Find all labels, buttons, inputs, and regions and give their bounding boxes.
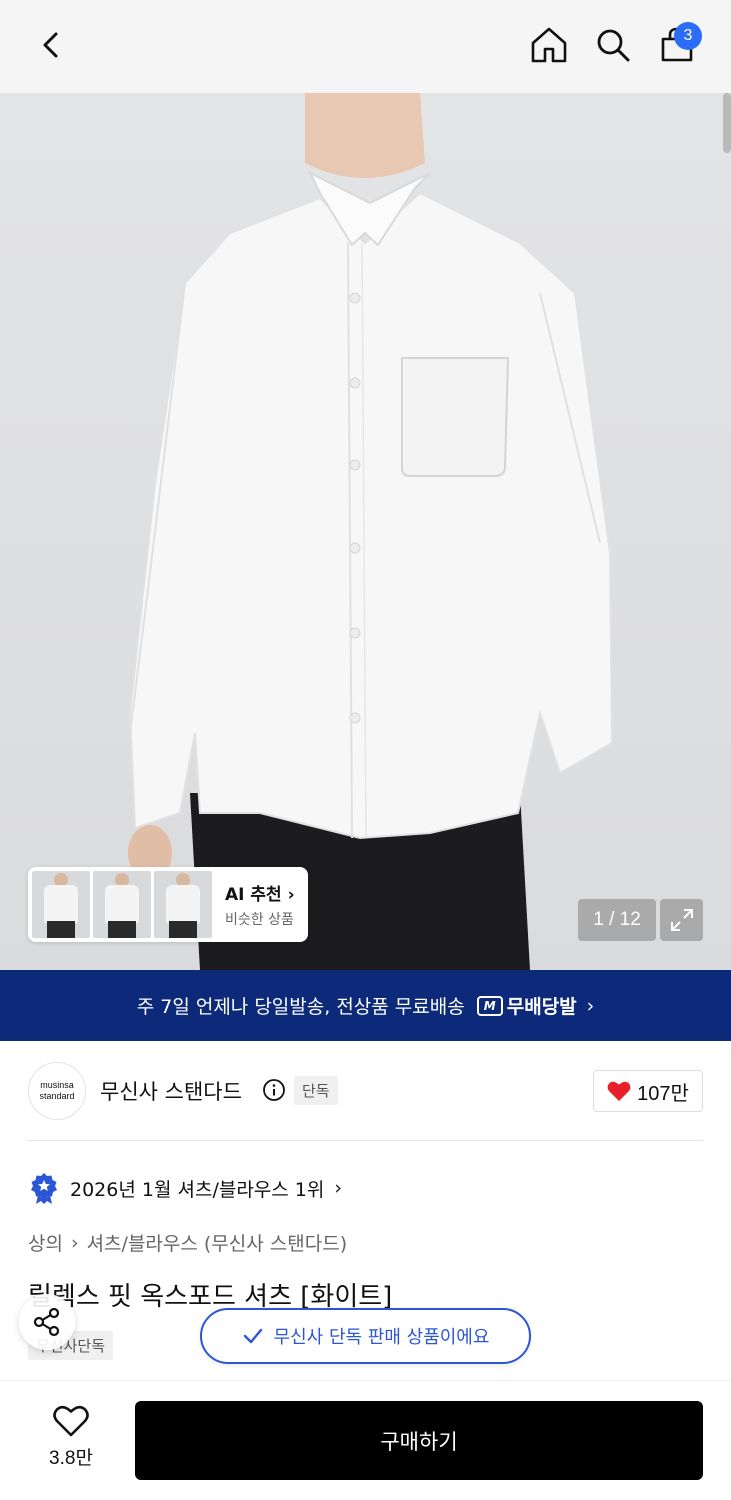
delivery-badge: M 무배당발 (476, 992, 577, 1019)
delivery-promo-banner[interactable]: 주 7일 언제나 당일발송, 전상품 무료배송 M 무배당발 › (0, 970, 731, 1041)
delivery-badge-label: 무배당발 (506, 996, 577, 1018)
check-icon (243, 1328, 262, 1344)
promo-text: 주 7일 언제나 당일발송, 전상품 무료배송 (136, 996, 465, 1018)
share-icon (33, 1307, 60, 1337)
ranking-text: 2026년 1월 셔츠/블라우스 1위 (70, 1178, 325, 1201)
product-image[interactable] (0, 93, 731, 970)
search-button[interactable] (590, 22, 636, 68)
brand-logo-line2: standard (39, 1091, 75, 1101)
ranking-medal-icon (31, 1173, 57, 1204)
chevron-right-icon: › (586, 994, 595, 1017)
top-navigation-bar (0, 0, 731, 93)
home-icon (531, 27, 567, 63)
breadcrumb: 상의 › 셔츠/블라우스 (무신사 스탠다드) (28, 1229, 347, 1256)
expand-icon (670, 909, 693, 931)
similar-item-thumbnail[interactable] (93, 871, 151, 938)
image-counter: 1 / 12 (578, 899, 656, 941)
page-scrollbar[interactable] (723, 93, 731, 153)
ai-recommendation-subtitle: 비슷한 상품 (225, 912, 294, 928)
cart-count-badge: 3 (674, 22, 702, 50)
bottom-action-bar: 3.8만 구매하기 (0, 1380, 731, 1500)
heart-outline-icon (53, 1405, 89, 1437)
breadcrumb-category[interactable]: 상의 (28, 1229, 63, 1256)
wishlist-button[interactable]: 3.8만 (40, 1405, 102, 1475)
ai-recommendation-text: AI 추천 › 비슷한 상품 (225, 880, 295, 929)
shirt-model-illustration (128, 93, 614, 970)
toast-text: 무신사 단독 판매 상품이에요 (273, 1327, 490, 1348)
chevron-right-icon: › (334, 1177, 342, 1199)
brand-like-button[interactable]: 107만 (593, 1070, 703, 1112)
exclusive-tag: 단독 (294, 1076, 338, 1105)
search-icon (597, 29, 630, 62)
chevron-left-icon (43, 32, 58, 58)
wishlist-count: 3.8만 (49, 1448, 93, 1469)
info-icon[interactable] (262, 1078, 286, 1102)
ai-recommendation-title: AI 추천 (225, 885, 282, 905)
home-button[interactable] (526, 22, 572, 68)
divider (28, 1140, 703, 1141)
brand-row: musinsa standard 무신사 스탠다드 단독 107만 (28, 1062, 703, 1120)
breadcrumb-subcategory[interactable]: 셔츠/블라우스 (무신사 스탠다드) (87, 1229, 348, 1256)
similar-item-thumbnail[interactable] (32, 871, 90, 938)
share-button[interactable] (19, 1294, 75, 1350)
brand-logo[interactable]: musinsa standard (28, 1062, 86, 1120)
ranking-link[interactable]: 2026년 1월 셔츠/블라우스 1위 › (28, 1170, 342, 1206)
brand-name[interactable]: 무신사 스탠다드 (100, 1076, 242, 1106)
ai-recommendation-card[interactable]: AI 추천 › 비슷한 상품 (28, 867, 308, 942)
back-button[interactable] (28, 22, 74, 68)
chevron-right-icon: › (70, 1231, 79, 1254)
buy-button[interactable]: 구매하기 (135, 1401, 703, 1480)
brand-like-count: 107만 (637, 1082, 689, 1105)
brand-logo-line1: musinsa (40, 1080, 74, 1090)
expand-image-button[interactable] (660, 899, 703, 941)
exclusive-toast: 무신사 단독 판매 상품이에요 (200, 1308, 531, 1364)
similar-item-thumbnail[interactable] (154, 871, 212, 938)
chevron-right-icon: › (287, 885, 295, 905)
truck-logo-icon: M (476, 995, 503, 1016)
heart-filled-icon (607, 1081, 631, 1101)
